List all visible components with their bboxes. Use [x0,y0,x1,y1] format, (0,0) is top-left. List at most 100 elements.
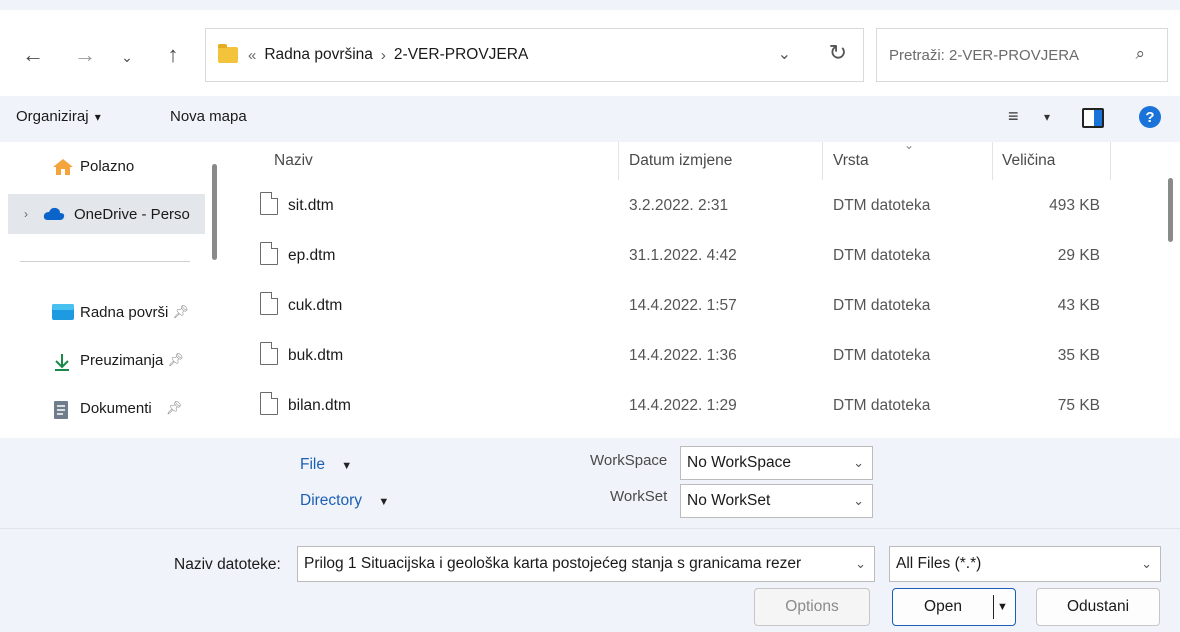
file-size: 493 KB [1049,197,1100,214]
nav-item-label: OneDrive - Perso [74,205,190,223]
table-row[interactable]: bilan.dtm 14.4.2022. 1:29 DTM datoteka 7… [228,382,1160,432]
file-name: buk.dtm [288,347,344,364]
column-header-size[interactable]: Veličina [1002,152,1055,170]
pin-icon[interactable]: 📌︎ [166,400,183,416]
forward-arrow-icon[interactable]: → [68,38,102,72]
column-separator[interactable] [618,142,619,180]
file-type: DTM datoteka [833,297,931,314]
home-icon [52,158,73,175]
file-name: sit.dtm [288,197,334,214]
nav-item-desktop[interactable]: Radna površi 📌︎ [0,292,205,332]
column-header-date[interactable]: Datum izmjene [629,152,732,170]
column-header-name[interactable]: Naziv [274,152,313,170]
caret-down-icon: ▼ [378,496,390,508]
file-size: 75 KB [1057,397,1100,414]
nav-divider [20,261,190,262]
breadcrumb-separator[interactable]: › [381,47,386,64]
filename-input[interactable]: Prilog 1 Situacijska i geološka karta po… [297,546,875,582]
search-icon: ⌕ [1135,44,1145,63]
cancel-button[interactable]: Odustani [1036,588,1160,626]
refresh-icon[interactable]: ↻ [829,40,847,66]
document-icon [52,400,72,419]
nav-item-label: Preuzimanja [80,351,164,369]
file-list: Naziv Datum izmjene Vrsta ⌄ Veličina sit… [228,138,1160,438]
file-type: DTM datoteka [833,197,931,214]
workspace-select[interactable]: No WorkSpace ⌄ [680,446,873,480]
breadcrumb-current-folder[interactable]: 2-VER-PROVJERA [394,46,528,64]
file-type-filter-select[interactable]: All Files (*.*) ⌄ [889,546,1161,582]
file-size: 35 KB [1057,347,1100,364]
breadcrumb-desktop[interactable]: Radna površina [264,46,373,64]
workset-select[interactable]: No WorkSet ⌄ [680,484,873,518]
column-separator[interactable] [1110,142,1111,180]
options-button[interactable]: Options [754,588,870,626]
file-list-scrollbar-thumb[interactable] [1168,178,1173,242]
file-date: 3.2.2022. 2:31 [629,197,729,214]
view-options-caret[interactable]: ▾ [1044,110,1050,124]
caret-down-icon: ▾ [94,110,101,124]
address-bar[interactable]: « Radna površina › 2-VER-PROVJERA ⌄ ↻ [205,28,864,82]
view-options-icon[interactable]: ≡ [1008,106,1019,127]
window-top-strip [0,0,1180,10]
pin-icon[interactable]: 📌︎ [172,304,189,320]
open-button[interactable]: Open [893,598,993,616]
preview-pane-icon[interactable] [1082,108,1104,128]
nav-item-label: Dokumenti [80,399,152,417]
directory-menu-label: Directory [300,492,363,509]
chevron-down-icon: ⌄ [853,455,864,470]
nav-item-label: Radna površi [80,303,169,321]
chevron-down-icon: ⌄ [853,493,864,508]
chevron-down-icon: ⌄ [1141,556,1152,571]
file-icon [260,292,278,315]
search-input[interactable]: Pretraži: 2-VER-PROVJERA [889,47,1079,64]
search-box[interactable]: Pretraži: 2-VER-PROVJERA ⌕ [876,28,1168,82]
desktop-icon [52,304,74,320]
open-dropdown-caret-icon[interactable]: ▼ [997,601,1008,613]
file-date: 14.4.2022. 1:57 [629,297,737,314]
nav-item-documents[interactable]: Dokumenti 📌︎ [0,388,205,428]
filename-label: Naziv datoteke: [174,556,281,573]
file-size: 29 KB [1057,247,1100,264]
directory-menu-button[interactable]: Directory ▼ [300,492,389,510]
table-row[interactable]: buk.dtm 14.4.2022. 1:36 DTM datoteka 35 … [228,332,1160,382]
table-row[interactable]: ep.dtm 31.1.2022. 4:42 DTM datoteka 29 K… [228,232,1160,282]
caret-down-icon: ▼ [341,460,353,472]
expand-chevron-icon[interactable]: › [24,207,28,221]
breadcrumb-overflow[interactable]: « [248,47,256,64]
file-date: 14.4.2022. 1:36 [629,347,737,364]
nav-item-onedrive[interactable]: › OneDrive - Perso [8,194,205,234]
file-menu-button[interactable]: File ▼ [300,456,352,474]
address-history-chevron-icon[interactable]: ⌄ [778,44,791,64]
chevron-down-icon[interactable]: ⌄ [851,556,866,572]
nav-item-home[interactable]: Polazno [0,146,205,186]
open-split-button[interactable]: Open ▼ [892,588,1016,626]
file-size: 43 KB [1057,297,1100,314]
organize-button[interactable]: Organiziraj ▾ [16,108,101,125]
file-date: 31.1.2022. 4:42 [629,247,737,264]
column-header-type[interactable]: Vrsta [833,152,869,170]
table-row[interactable]: cuk.dtm 14.4.2022. 1:57 DTM datoteka 43 … [228,282,1160,332]
file-name: cuk.dtm [288,297,343,314]
column-separator[interactable] [992,142,993,180]
sort-chevron-icon: ⌄ [904,138,915,152]
workspace-label: WorkSpace [590,452,668,469]
recent-locations-chevron-icon[interactable]: ⌄ [110,40,144,74]
navigation-pane: Polazno › OneDrive - Perso Radna površi … [0,142,225,438]
up-arrow-icon[interactable]: ↑ [156,38,190,72]
nav-item-downloads[interactable]: Preuzimanja 📌︎ [0,340,205,380]
file-icon [260,392,278,415]
download-icon [52,352,72,371]
file-name: bilan.dtm [288,397,351,414]
folder-icon [218,44,238,63]
pin-icon[interactable]: 📌︎ [167,352,184,368]
table-row[interactable]: sit.dtm 3.2.2022. 2:31 DTM datoteka 493 … [228,182,1160,232]
back-arrow-icon[interactable]: ← [16,38,50,72]
column-separator[interactable] [822,142,823,180]
new-folder-button[interactable]: Nova mapa [170,108,247,125]
workset-label: WorkSet [610,488,668,505]
nav-item-label: Polazno [80,157,135,175]
file-icon [260,342,278,365]
file-date: 14.4.2022. 1:29 [629,397,737,414]
help-icon[interactable]: ? [1139,106,1161,128]
nav-scrollbar-thumb[interactable] [212,164,217,260]
